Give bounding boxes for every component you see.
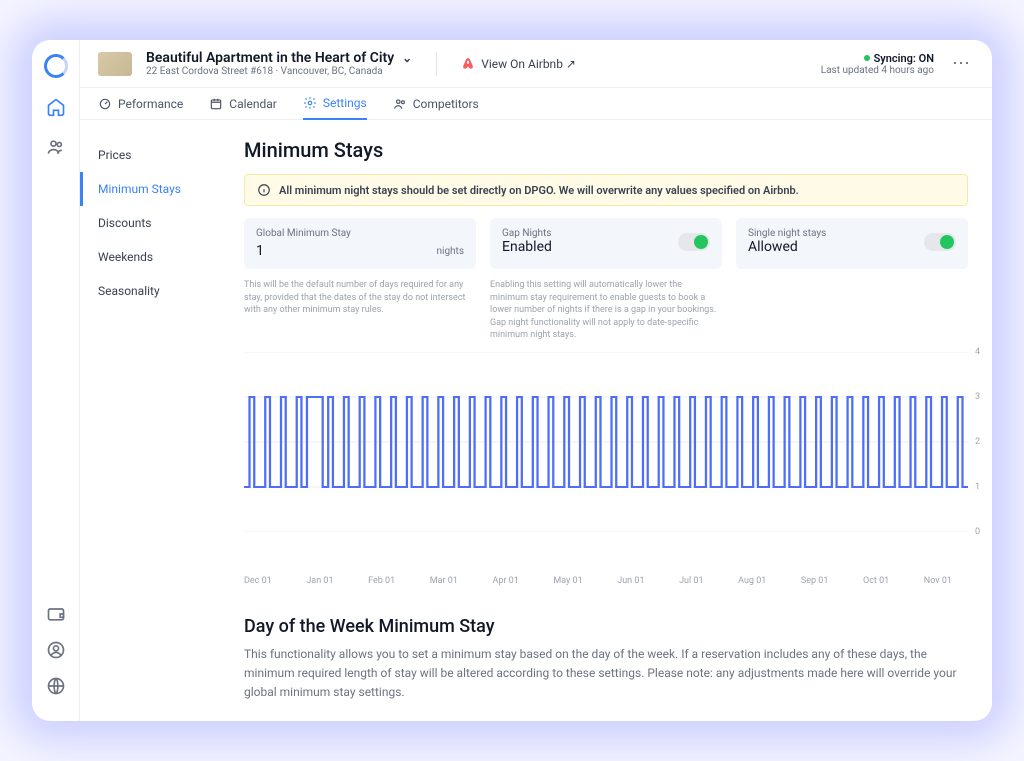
tab-calendar[interactable]: Calendar (209, 96, 277, 119)
gauge-icon (98, 97, 112, 111)
x-tick-label: Feb 01 (368, 576, 395, 586)
card-gap-label: Gap Nights (502, 228, 552, 239)
info-icon (257, 183, 271, 197)
profile-icon[interactable] (45, 639, 67, 661)
sidebar-item-minimum-stays[interactable]: Minimum Stays (80, 172, 220, 206)
x-tick-label: Aug 01 (738, 576, 766, 586)
min-stay-chart: 01234 (244, 352, 968, 532)
tab-settings-label: Settings (323, 96, 367, 110)
cards-help-row: This will be the default number of days … (244, 279, 968, 342)
dow-description: This functionality allows you to set a m… (244, 645, 968, 703)
globe-icon[interactable] (45, 675, 67, 697)
wallet-icon[interactable] (45, 603, 67, 625)
alert-banner: All minimum night stays should be set di… (244, 174, 968, 206)
sidebar-item-prices[interactable]: Prices (80, 138, 220, 172)
y-tick-label: 3 (975, 392, 980, 402)
view-on-airbnb-label: View On Airbnb ↗ (481, 57, 576, 71)
card-single-help (736, 279, 968, 342)
card-single-value: Allowed (748, 239, 826, 255)
chevron-down-icon: ⌄ (402, 51, 412, 65)
listing-title: Beautiful Apartment in the Heart of City (146, 50, 394, 66)
main-column: Beautiful Apartment in the Heart of City… (80, 40, 992, 721)
divider (436, 52, 437, 76)
x-tick-label: Jun 01 (617, 576, 644, 586)
gear-icon (303, 96, 317, 110)
title-block: Beautiful Apartment in the Heart of City… (146, 50, 412, 77)
x-tick-label: Mar 01 (430, 576, 458, 586)
card-single-label: Single night stays (748, 228, 826, 239)
tab-competitors-label: Competitors (413, 97, 479, 111)
y-tick-label: 0 (975, 527, 980, 537)
card-global-min-stay: Global Minimum Stay 1 nights (244, 218, 476, 269)
cards-row: Global Minimum Stay 1 nights Gap Nights … (244, 218, 968, 269)
listing-thumbnail (98, 52, 132, 76)
x-tick-label: Jan 01 (306, 576, 333, 586)
gap-nights-toggle[interactable] (678, 233, 710, 251)
tab-performance-label: Peformance (118, 97, 183, 111)
tabs: Peformance Calendar Settings Competitors (80, 88, 992, 120)
dow-title: Day of the Week Minimum Stay (244, 616, 968, 637)
tab-competitors[interactable]: Competitors (393, 96, 479, 119)
listing-address: 22 East Cordova Street #618 · Vancouver,… (146, 66, 412, 77)
sidebar-item-discounts[interactable]: Discounts (80, 206, 220, 240)
sidebar-item-seasonality[interactable]: Seasonality (80, 274, 220, 308)
competitors-icon (393, 97, 407, 111)
card-gap-value: Enabled (502, 239, 552, 255)
last-updated: Last updated 4 hours ago (821, 65, 934, 76)
home-icon[interactable] (45, 96, 67, 118)
y-tick-label: 4 (975, 347, 980, 357)
tab-settings[interactable]: Settings (303, 96, 367, 120)
sync-status: Syncing: ON Last updated 4 hours ago (821, 52, 934, 76)
view-on-airbnb-link[interactable]: View On Airbnb ↗ (461, 57, 576, 71)
alert-text: All minimum night stays should be set di… (279, 184, 799, 197)
sync-status-dot-icon (864, 55, 870, 61)
content: Minimum Stays All minimum night stays sh… (220, 120, 992, 721)
single-night-toggle[interactable] (924, 233, 956, 251)
listing-title-dropdown[interactable]: Beautiful Apartment in the Heart of City… (146, 50, 412, 66)
x-tick-label: Jul 01 (679, 576, 703, 586)
y-tick-label: 2 (975, 437, 980, 447)
x-tick-label: Dec 01 (244, 576, 272, 586)
x-tick-label: Sep 01 (801, 576, 829, 586)
card-gap-nights: Gap Nights Enabled (490, 218, 722, 269)
body: Prices Minimum Stays Discounts Weekends … (80, 120, 992, 721)
header: Beautiful Apartment in the Heart of City… (80, 40, 992, 88)
card-global-label: Global Minimum Stay (256, 228, 464, 239)
sync-label: Syncing: ON (874, 52, 934, 65)
settings-sidebar: Prices Minimum Stays Discounts Weekends … (80, 120, 220, 721)
app-logo-icon[interactable] (44, 54, 68, 78)
x-tick-label: Oct 01 (863, 576, 889, 586)
card-global-value[interactable]: 1 (256, 243, 264, 259)
card-single-night: Single night stays Allowed (736, 218, 968, 269)
y-tick-label: 1 (975, 482, 980, 492)
x-tick-label: Nov 01 (924, 576, 952, 586)
tab-performance[interactable]: Peformance (98, 96, 183, 119)
more-menu-button[interactable]: ⋯ (948, 53, 974, 74)
airbnb-icon (461, 57, 475, 71)
app-frame: Beautiful Apartment in the Heart of City… (32, 40, 992, 721)
card-gap-help: Enabling this setting will automatically… (490, 279, 722, 342)
left-rail (32, 40, 80, 721)
page-title: Minimum Stays (244, 138, 968, 162)
sidebar-item-weekends[interactable]: Weekends (80, 240, 220, 274)
users-icon[interactable] (45, 136, 67, 158)
chart-x-axis: Dec 01 Jan 01 Feb 01 Mar 01 Apr 01 May 01 Jun … (244, 572, 968, 586)
x-tick-label: May 01 (553, 576, 582, 586)
x-tick-label: Apr 01 (492, 576, 518, 586)
card-global-unit: nights (436, 246, 464, 257)
card-global-help: This will be the default number of days … (244, 279, 476, 342)
calendar-icon (209, 97, 223, 111)
tab-calendar-label: Calendar (229, 97, 277, 111)
